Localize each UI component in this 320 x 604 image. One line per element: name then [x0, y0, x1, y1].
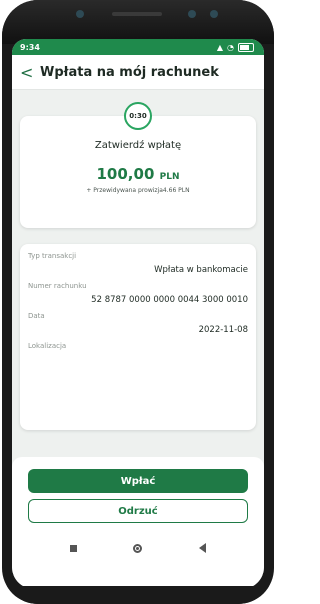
sensor-icon: [188, 10, 196, 18]
confirm-card: Zatwierdź wpłatę 100,00 PLN + Przewidywa…: [20, 116, 256, 228]
android-nav-bar: [12, 533, 264, 563]
phone-bottom-bezel: [2, 586, 274, 604]
status-time: 9:34: [20, 42, 40, 52]
wifi-icon: ◔: [227, 42, 234, 52]
amount-currency: PLN: [159, 172, 180, 182]
status-bar: 9:34 ▲ ◔: [12, 39, 264, 55]
date-label: Data: [28, 312, 45, 320]
signal-icon: ▲: [216, 42, 224, 52]
transaction-type-label: Typ transakcji: [28, 252, 77, 260]
speaker-grille: [112, 12, 162, 16]
phone-frame: 9:34 ▲ ◔ < Wpłata na mój rachunek 0:30 Z…: [2, 0, 274, 604]
action-panel: Wpłać Odrzuć: [12, 457, 264, 589]
status-icons: ▲ ◔: [216, 42, 254, 52]
details-card: Typ transakcji Wpłata w bankomacie Numer…: [20, 244, 256, 430]
account-number-label: Numer rachunku: [28, 282, 87, 290]
countdown-timer: 0:30: [124, 102, 152, 130]
amount-value: 100,00: [96, 165, 155, 183]
deposit-button[interactable]: Wpłać: [28, 469, 248, 493]
timer-wrap: 0:30: [20, 102, 256, 130]
timer-value: 0:30: [129, 112, 147, 120]
chevron-left-icon[interactable]: <: [20, 63, 40, 82]
phone-top-bezel: [2, 0, 274, 44]
confirm-title: Zatwierdź wpłatę: [94, 140, 182, 151]
recent-apps-icon[interactable]: [70, 544, 78, 552]
home-icon[interactable]: [133, 543, 143, 553]
app-screen: 9:34 ▲ ◔ < Wpłata na mój rachunek 0:30 Z…: [12, 39, 264, 589]
back-triangle-icon[interactable]: [198, 543, 206, 553]
account-number-value: 52 8787 0000 0000 0044 3000 0010: [91, 295, 248, 305]
camera-icon: [76, 10, 84, 18]
sensor-icon: [210, 10, 218, 18]
reject-button[interactable]: Odrzuć: [28, 499, 248, 523]
location-label: Lokalizacja: [28, 342, 67, 350]
amount: 100,00 PLN: [30, 165, 246, 183]
main-content: 0:30 Zatwierdź wpłatę 100,00 PLN + Przew…: [12, 102, 264, 430]
transaction-type-value: Wpłata w bankomacie: [154, 265, 248, 275]
date-value: 2022-11-08: [198, 325, 248, 335]
page-header: < Wpłata na mój rachunek: [12, 55, 264, 90]
battery-icon: [238, 42, 254, 52]
page-title: Wpłata na mój rachunek: [40, 64, 219, 80]
commission-note: + Przewidywana prowizja4.66 PLN: [86, 187, 190, 194]
